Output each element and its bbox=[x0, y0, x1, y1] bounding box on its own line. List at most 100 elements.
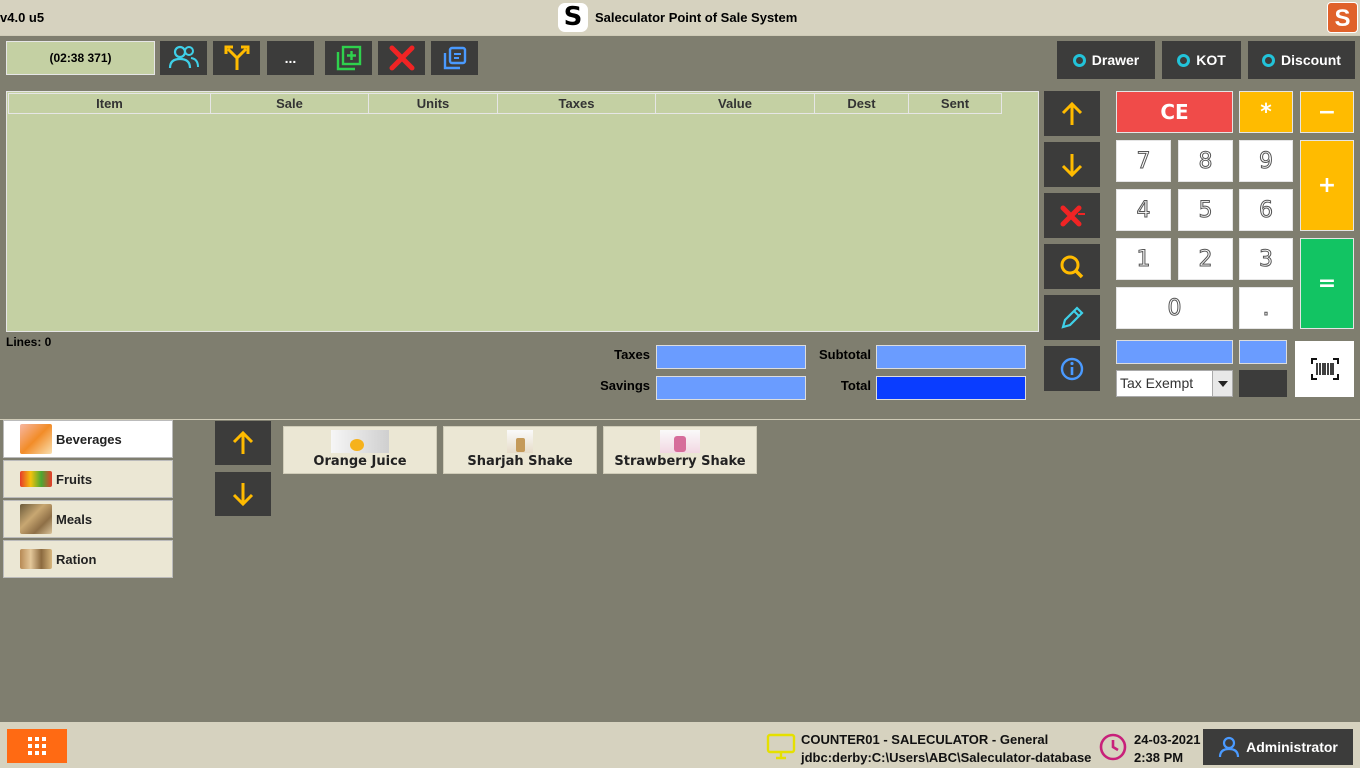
info-button[interactable] bbox=[1044, 346, 1100, 391]
lines-count: Lines: 0 bbox=[6, 335, 52, 349]
quantity-input[interactable] bbox=[1239, 340, 1287, 364]
fruits-thumbnail bbox=[20, 471, 52, 487]
clock-icon bbox=[1099, 733, 1127, 761]
discount-toggle[interactable]: Discount bbox=[1248, 41, 1355, 79]
taxes-label: Taxes bbox=[614, 347, 650, 362]
column-header-taxes[interactable]: Taxes bbox=[497, 93, 656, 114]
column-header-item[interactable]: Item bbox=[8, 93, 211, 114]
product-label: Sharjah Shake bbox=[467, 454, 573, 469]
radio-icon bbox=[1177, 53, 1191, 67]
apps-menu-button[interactable] bbox=[7, 729, 67, 763]
ce-key[interactable]: CE bbox=[1116, 91, 1233, 133]
ration-thumbnail bbox=[20, 549, 52, 569]
category-fruits[interactable]: Fruits bbox=[3, 460, 173, 498]
column-header-sent[interactable]: Sent bbox=[908, 93, 1002, 114]
taxes-field bbox=[656, 345, 806, 369]
products-scroll-up-button[interactable] bbox=[215, 421, 271, 465]
kot-toggle[interactable]: KOT bbox=[1162, 41, 1241, 79]
product-label: Orange Juice bbox=[313, 454, 407, 469]
edit-line-button[interactable] bbox=[1044, 295, 1100, 340]
product-orange-juice[interactable]: Orange Juice bbox=[283, 426, 437, 474]
drawer-label: Drawer bbox=[1091, 52, 1140, 68]
key-5[interactable]: 5 bbox=[1178, 189, 1233, 231]
chevron-down-icon[interactable] bbox=[1212, 371, 1232, 396]
key-3[interactable]: 3 bbox=[1239, 238, 1293, 280]
tax-rate-box bbox=[1239, 370, 1287, 397]
drawer-toggle[interactable]: Drawer bbox=[1057, 41, 1155, 79]
copy-icon bbox=[443, 46, 466, 70]
arrow-down-icon bbox=[1061, 153, 1083, 177]
user-button[interactable]: Administrator bbox=[1203, 729, 1353, 765]
new-ticket-button[interactable] bbox=[325, 41, 372, 75]
ticket-table[interactable]: Item Sale Units Taxes Value Dest Sent bbox=[6, 91, 1039, 332]
monitor-icon bbox=[766, 733, 796, 760]
kot-label: KOT bbox=[1196, 52, 1226, 68]
radio-icon bbox=[1262, 53, 1276, 67]
meals-thumbnail bbox=[20, 504, 52, 534]
key-decimal[interactable]: . bbox=[1239, 287, 1293, 329]
category-meals[interactable]: Meals bbox=[3, 500, 173, 538]
plus-key[interactable]: + bbox=[1300, 140, 1354, 231]
key-9[interactable]: 9 bbox=[1239, 140, 1293, 182]
version-label: v4.0 u5 bbox=[0, 10, 45, 25]
total-field bbox=[876, 376, 1026, 400]
user-name: Administrator bbox=[1246, 739, 1338, 755]
add-copy-icon bbox=[336, 45, 361, 71]
delete-ticket-button[interactable] bbox=[378, 41, 425, 75]
users-icon bbox=[168, 45, 199, 69]
copy-ticket-button[interactable] bbox=[431, 41, 478, 75]
status-date: 24-03-2021 bbox=[1134, 732, 1201, 747]
column-header-value[interactable]: Value bbox=[655, 93, 815, 114]
saleculator-logo-icon[interactable]: S bbox=[1327, 2, 1358, 33]
equals-key[interactable]: = bbox=[1300, 238, 1354, 329]
info-icon bbox=[1060, 357, 1084, 380]
discount-label: Discount bbox=[1281, 52, 1341, 68]
key-6[interactable]: 6 bbox=[1239, 189, 1293, 231]
category-label: Meals bbox=[56, 511, 93, 527]
key-2[interactable]: 2 bbox=[1178, 238, 1233, 280]
tax-category-select[interactable]: Tax Exempt bbox=[1116, 370, 1233, 397]
total-label: Total bbox=[840, 378, 871, 393]
terminal-info: COUNTER01 - SALECULATOR - General bbox=[801, 732, 1049, 747]
more-options-button[interactable]: ... bbox=[267, 41, 314, 75]
column-header-sale[interactable]: Sale bbox=[210, 93, 369, 114]
close-icon bbox=[389, 45, 414, 71]
search-product-button[interactable] bbox=[1044, 244, 1100, 289]
grid-icon bbox=[28, 737, 46, 755]
product-strawberry-shake[interactable]: Strawberry Shake bbox=[603, 426, 757, 474]
category-label: Beverages bbox=[56, 431, 122, 447]
strawberry-shake-image bbox=[660, 430, 700, 453]
column-header-units[interactable]: Units bbox=[368, 93, 498, 114]
delete-line-button[interactable] bbox=[1044, 193, 1100, 238]
category-beverages[interactable]: Beverages bbox=[3, 420, 173, 458]
divider bbox=[0, 35, 1360, 36]
key-7[interactable]: 7 bbox=[1116, 140, 1171, 182]
key-4[interactable]: 4 bbox=[1116, 189, 1171, 231]
search-icon bbox=[1060, 255, 1084, 278]
line-up-button[interactable] bbox=[1044, 91, 1100, 136]
tax-category-value: Tax Exempt bbox=[1120, 375, 1194, 391]
category-ration[interactable]: Ration bbox=[3, 540, 173, 578]
arrow-up-icon bbox=[1061, 101, 1083, 125]
amount-input[interactable] bbox=[1116, 340, 1233, 364]
key-0[interactable]: 0 bbox=[1116, 287, 1233, 329]
customers-button[interactable] bbox=[160, 41, 207, 75]
savings-field bbox=[656, 376, 806, 400]
key-8[interactable]: 8 bbox=[1178, 140, 1233, 182]
multiply-key[interactable]: * bbox=[1239, 91, 1293, 133]
minus-key[interactable]: − bbox=[1300, 91, 1354, 133]
split-ticket-button[interactable] bbox=[213, 41, 260, 75]
savings-label: Savings bbox=[600, 378, 650, 393]
barcode-icon bbox=[1310, 358, 1339, 380]
product-sharjah-shake[interactable]: Sharjah Shake bbox=[443, 426, 597, 474]
radio-icon bbox=[1072, 53, 1086, 67]
line-down-button[interactable] bbox=[1044, 142, 1100, 187]
split-arrows-icon bbox=[224, 45, 249, 70]
session-clock: (02:38 371) bbox=[6, 41, 155, 75]
barcode-scan-button[interactable] bbox=[1295, 341, 1354, 397]
title-bar: v4.0 u5 S Saleculator Point of Sale Syst… bbox=[0, 0, 1360, 35]
column-header-dest[interactable]: Dest bbox=[814, 93, 909, 114]
pencil-icon bbox=[1061, 305, 1084, 329]
key-1[interactable]: 1 bbox=[1116, 238, 1171, 280]
products-scroll-down-button[interactable] bbox=[215, 472, 271, 516]
